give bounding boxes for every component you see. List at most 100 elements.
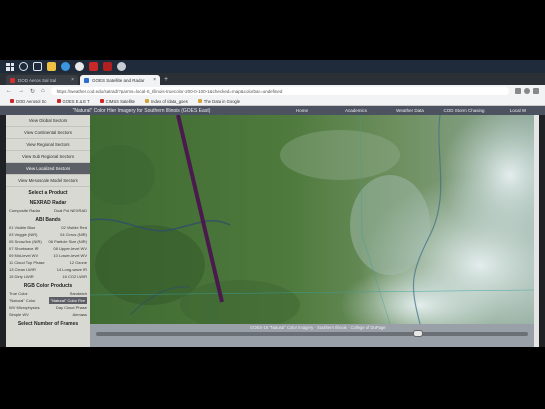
bookmark-label: Index of /data_goes bbox=[151, 98, 188, 104]
edge-browser-icon[interactable] bbox=[61, 62, 70, 71]
band-link[interactable]: 02 Visible Red bbox=[61, 224, 87, 231]
satellite-image[interactable] bbox=[90, 115, 534, 324]
bookmark-item[interactable]: The Data in Google bbox=[197, 98, 241, 104]
bookmark-favicon-icon bbox=[197, 99, 202, 103]
bookmark-label: The Data in Google bbox=[203, 98, 241, 104]
view-mesoscale-sectors[interactable]: View Mesoscale Model Sectors bbox=[6, 175, 90, 187]
band-link[interactable]: 08 Upper-level WV bbox=[53, 245, 87, 252]
rgb-link[interactable]: "Natural" Color bbox=[9, 297, 35, 304]
url-field[interactable]: https://weather.cod.edu/satrad/?parms=lo… bbox=[50, 87, 509, 95]
tab-close-icon[interactable]: × bbox=[71, 77, 74, 83]
page-scrollbar[interactable] bbox=[534, 115, 539, 347]
band-link[interactable]: 12 Ozone bbox=[70, 259, 87, 266]
abi-row: 05 Snow/Ice (NIR) 06 Particle Size (NIR) bbox=[6, 238, 90, 245]
band-link[interactable]: 10 Lower-level WV bbox=[53, 252, 87, 259]
nav-storm-chasing[interactable]: COD Storm Chasing bbox=[437, 108, 491, 113]
bookmark-item[interactable]: Index of /data_goes bbox=[145, 99, 188, 104]
frames-heading: Select Number of Frames bbox=[17, 321, 79, 327]
bookmark-item[interactable]: DOD Aerosol Sc bbox=[10, 99, 47, 104]
nav-weather-data[interactable]: Weather Data bbox=[383, 108, 437, 113]
bookmark-favicon-icon bbox=[145, 99, 149, 103]
forward-icon[interactable]: → bbox=[18, 88, 24, 94]
back-icon[interactable]: ← bbox=[6, 88, 12, 94]
browser-tab[interactable]: DOD Aeros Sal Sal × bbox=[6, 75, 78, 85]
file-explorer-icon[interactable] bbox=[47, 62, 56, 71]
bookmark-item[interactable]: GOES Ε Δ Ε Τ bbox=[56, 98, 90, 104]
dual-pol-link[interactable]: Dual Pol NEXRAD bbox=[54, 207, 87, 214]
rgb-link[interactable]: Simple WV bbox=[9, 311, 29, 318]
bookmark-item[interactable]: CIMSS Satellite bbox=[99, 99, 135, 104]
tab-label: GOES Satellite and Radar bbox=[92, 77, 145, 83]
app-icon[interactable] bbox=[117, 62, 126, 71]
rgb-row: True Color Sandwich bbox=[6, 290, 90, 297]
rgb-link[interactable]: Day Cloud Phase bbox=[56, 304, 87, 311]
view-global-sectors[interactable]: View Global Sectors bbox=[6, 115, 90, 127]
band-link[interactable]: 07 Shortwave IR bbox=[9, 245, 39, 252]
band-link[interactable]: 15 Dirty LWIR bbox=[9, 273, 34, 280]
view-sub-regional-sectors[interactable]: View Sub Regional Sectors bbox=[6, 151, 90, 163]
frame-slider-handle[interactable] bbox=[412, 330, 423, 337]
tab-strip: DOD Aeros Sal Sal × GOES Satellite and R… bbox=[0, 73, 545, 85]
app-icon[interactable] bbox=[89, 62, 98, 71]
bookmark-label: GOES Ε Δ Ε Τ bbox=[62, 98, 90, 104]
band-link[interactable]: 11 Cloud Top Phase bbox=[9, 259, 45, 266]
bookmark-label: DOD Aerosol Sc bbox=[16, 98, 47, 104]
band-link[interactable]: 06 Particle Size (NIR) bbox=[49, 238, 87, 245]
abi-row: 15 Dirty LWIR 16 CO2 LWIR bbox=[6, 273, 90, 280]
rgb-link[interactable]: Airmass bbox=[73, 311, 87, 318]
new-tab-icon[interactable]: + bbox=[164, 75, 168, 85]
view-continental-sectors[interactable]: View Continental Sectors bbox=[6, 127, 90, 139]
view-regional-sectors[interactable]: View Regional Sectors bbox=[6, 139, 90, 151]
view-localized-sectors[interactable]: View Localized Sectors bbox=[6, 163, 90, 175]
animation-controls: GOES-16 "Natural" Color Imagery · Southe… bbox=[90, 324, 534, 347]
task-view-icon[interactable] bbox=[33, 62, 42, 71]
rgb-link-selected[interactable]: "Natural" Color Fire bbox=[48, 297, 87, 304]
rgb-link[interactable]: WV Microphysics bbox=[9, 304, 40, 311]
bookmark-favicon-icon bbox=[56, 99, 61, 103]
home-icon[interactable]: ⌂ bbox=[41, 88, 45, 94]
select-product-heading: Select a Product bbox=[28, 190, 68, 196]
band-link[interactable]: 09 Mid-level WV bbox=[9, 252, 38, 259]
reload-icon[interactable]: ↻ bbox=[30, 88, 35, 95]
band-link[interactable]: 13 Clean LWIR bbox=[9, 266, 36, 273]
band-link[interactable]: 14 Long-wave IR bbox=[57, 266, 87, 273]
search-icon[interactable] bbox=[19, 62, 28, 71]
rgb-products-heading: RGB Color Products bbox=[23, 283, 73, 289]
abi-bands-heading: ABI Bands bbox=[35, 217, 61, 223]
tab-favicon-icon bbox=[84, 77, 89, 83]
nexrad-row: Composite Radar Dual Pol NEXRAD bbox=[6, 207, 90, 214]
rgb-row: WV Microphysics Day Cloud Phase bbox=[6, 304, 90, 311]
extension-icon[interactable] bbox=[515, 88, 521, 94]
band-link[interactable]: 05 Snow/Ice (NIR) bbox=[9, 238, 42, 245]
tab-favicon-icon bbox=[10, 77, 15, 83]
bookmark-favicon-icon bbox=[10, 99, 14, 103]
site-header: "Natural" Color Hier Imagery for Souther… bbox=[0, 106, 545, 115]
site-nav: Home Academics Weather Data COD Storm Ch… bbox=[275, 108, 545, 113]
composite-radar-link[interactable]: Composite Radar bbox=[9, 207, 40, 214]
rgb-link[interactable]: Sandwich bbox=[70, 290, 87, 297]
rgb-row: "Natural" Color "Natural" Color Fire bbox=[6, 297, 90, 304]
profile-icon[interactable] bbox=[524, 88, 530, 94]
nav-home[interactable]: Home bbox=[275, 108, 329, 113]
browser-tab-active[interactable]: GOES Satellite and Radar × bbox=[80, 75, 160, 85]
band-link[interactable]: 03 Veggie (NIR) bbox=[9, 231, 37, 238]
bookmark-favicon-icon bbox=[99, 99, 104, 103]
screen-frame: DOD Aeros Sal Sal × GOES Satellite and R… bbox=[0, 60, 545, 347]
tab-close-icon[interactable]: × bbox=[153, 77, 156, 83]
chrome-icon[interactable] bbox=[75, 62, 84, 71]
band-link[interactable]: 01 Visible Blue bbox=[9, 224, 35, 231]
rgb-link[interactable]: True Color bbox=[9, 290, 28, 297]
abi-row: 13 Clean LWIR 14 Long-wave IR bbox=[6, 266, 90, 273]
nav-academics[interactable]: Academics bbox=[329, 108, 383, 113]
nav-local[interactable]: Local W bbox=[491, 108, 545, 113]
band-link[interactable]: 04 Cirrus (NIR) bbox=[60, 231, 87, 238]
frame-slider-track[interactable] bbox=[96, 330, 528, 337]
abi-row: 01 Visible Blue 02 Visible Red bbox=[6, 224, 90, 231]
menu-icon[interactable] bbox=[533, 88, 539, 94]
abi-row: 07 Shortwave IR 08 Upper-level WV bbox=[6, 245, 90, 252]
windows-start-icon[interactable] bbox=[6, 62, 14, 71]
app-icon[interactable] bbox=[103, 62, 112, 71]
product-sidebar: View Global Sectors View Continental Sec… bbox=[6, 115, 90, 347]
taskbar bbox=[0, 60, 545, 73]
band-link[interactable]: 16 CO2 LWIR bbox=[62, 273, 87, 280]
